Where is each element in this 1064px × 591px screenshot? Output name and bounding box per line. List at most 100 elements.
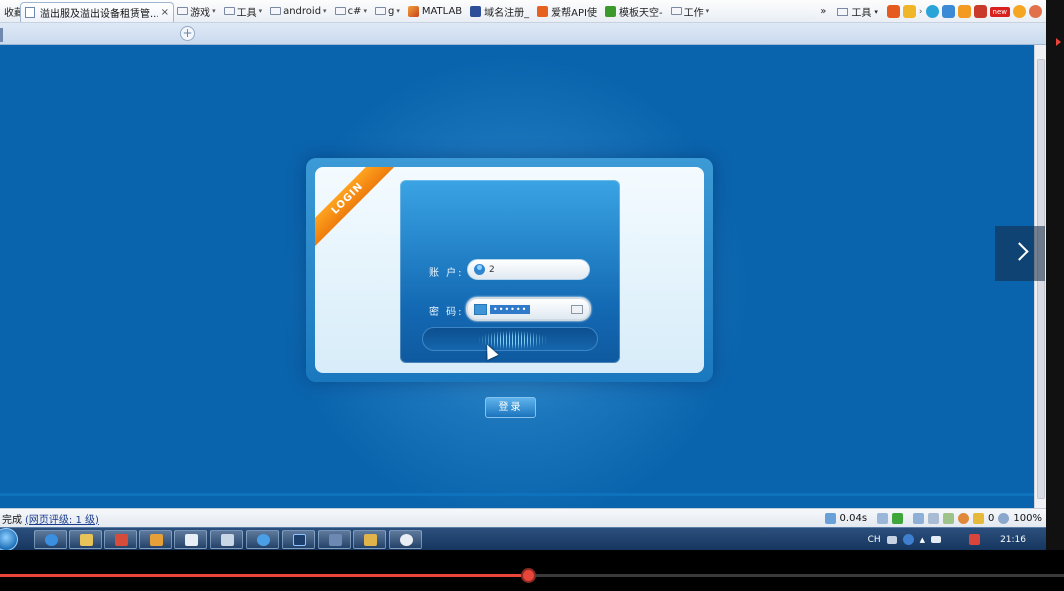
bookmark-label: 模板天空-	[618, 7, 663, 19]
chevron-up-icon[interactable]: ▲	[920, 536, 925, 544]
home-icon[interactable]	[928, 513, 940, 524]
aibang-icon	[537, 5, 549, 17]
next-slide-button[interactable]	[995, 226, 1045, 281]
page-icon	[25, 7, 35, 18]
tools-icon	[221, 534, 234, 546]
app-icon	[115, 534, 128, 546]
edit-icon[interactable]	[877, 513, 889, 524]
bookmark-folder-games[interactable]: 游戏 ▾	[173, 0, 220, 22]
clock[interactable]: 21:16	[1000, 535, 1026, 545]
extension-icon[interactable]	[1013, 5, 1026, 18]
close-icon[interactable]: ×	[161, 7, 169, 18]
tab-strip	[0, 23, 1046, 45]
background-line	[0, 493, 1034, 496]
counter: 0	[988, 513, 995, 524]
bookmark-folder-work[interactable]: 工作 ▾	[667, 0, 714, 22]
zoom-icon[interactable]	[998, 513, 1010, 524]
login-button[interactable]: 登录	[485, 397, 536, 418]
taskbar-app[interactable]	[318, 530, 351, 549]
extension-icon[interactable]	[886, 5, 900, 18]
folder-icon	[374, 7, 386, 15]
download-icon[interactable]	[892, 513, 904, 524]
tab-active[interactable]: 溢出服及溢出设备租赁管... ×	[20, 2, 174, 22]
taskbar-photoshop[interactable]	[282, 530, 315, 549]
bookmark-templates[interactable]: 模板天空-	[601, 0, 667, 22]
bookmark-folder-g[interactable]: g ▾	[371, 0, 404, 22]
player-side-panel	[1046, 0, 1064, 550]
help-icon[interactable]	[902, 534, 914, 545]
extension-icon[interactable]	[902, 5, 916, 18]
lock-icon	[474, 303, 487, 315]
chevron-down-icon: ▾	[396, 7, 400, 15]
account-value: 2	[489, 264, 495, 275]
bookmark-matlab[interactable]: MATLAB	[404, 0, 466, 22]
tab-title: 溢出服及溢出设备租赁管...	[40, 9, 158, 20]
taskbar-app[interactable]	[389, 530, 422, 549]
status-bar: 完成 (网页评级: 1 级) 0.04s 0 100%	[0, 508, 1046, 527]
bookmark-label: 工具	[236, 7, 257, 19]
domain-icon	[470, 5, 482, 17]
play-icon[interactable]	[1056, 38, 1061, 46]
chevron-down-icon: ▾	[363, 7, 367, 15]
bookmark-folder-android[interactable]: android ▾	[266, 0, 330, 22]
extension-icon[interactable]	[1029, 5, 1042, 18]
taskbar-app[interactable]	[104, 530, 137, 549]
taskbar-app[interactable]	[174, 530, 207, 549]
taskbar-app[interactable]	[139, 530, 172, 549]
taskbar-explorer[interactable]	[69, 530, 102, 549]
video-player-bar	[0, 550, 1064, 591]
extension-icon[interactable]	[973, 5, 987, 18]
extension-icon[interactable]	[941, 5, 955, 18]
zoom-level[interactable]: 100%	[1013, 513, 1042, 524]
volume-icon[interactable]	[913, 513, 925, 524]
account-field[interactable]: 2	[467, 259, 590, 280]
bookmark-label: android	[283, 5, 322, 17]
progress-played	[0, 574, 528, 577]
document-icon	[185, 534, 198, 546]
extension-icon[interactable]	[925, 5, 939, 18]
bookmark-folder-csharp[interactable]: c# ▾	[331, 0, 371, 22]
sound-wave-decoration	[422, 327, 598, 351]
screen-icon[interactable]	[943, 513, 955, 524]
bookmark-domain[interactable]: 域名注册_	[466, 0, 533, 22]
password-field[interactable]: ••••••	[466, 297, 591, 321]
progress-knob[interactable]	[520, 568, 536, 583]
start-button[interactable]	[0, 528, 18, 551]
taskbar-app[interactable]	[210, 530, 243, 549]
password-value: ••••••	[490, 304, 531, 314]
app-icon	[329, 534, 342, 546]
language-indicator[interactable]: CH	[868, 535, 881, 545]
extension-icon[interactable]	[957, 5, 971, 18]
screen: 收藏▾ 新闻▾ 影音▾ 购物▾ 游戏▾ 工具▾ android▾ c#▾ g▾ …	[0, 0, 1064, 591]
new-tab-button[interactable]: +	[180, 26, 195, 41]
shield-icon[interactable]	[973, 513, 985, 524]
bookmark-folder-tools[interactable]: 工具 ▾	[220, 0, 267, 22]
bookmark-aibang[interactable]: 爱帮API使	[533, 0, 601, 22]
speed-icon	[824, 513, 836, 524]
password-label: 密 码:	[429, 307, 464, 318]
keyboard-icon[interactable]	[886, 535, 897, 544]
chevron-down-icon: ▾	[212, 7, 216, 15]
chevron-down-icon: ▾	[705, 7, 710, 15]
keyboard-icon[interactable]	[571, 304, 583, 314]
account-label: 账 户:	[429, 268, 464, 279]
tools-menu[interactable]: 工具	[851, 4, 871, 19]
photoshop-icon	[293, 534, 306, 546]
taskbar-browser[interactable]	[246, 530, 279, 549]
page-rating-link[interactable]: (网页评级: 1 级)	[25, 511, 99, 526]
app-tray-icon[interactable]	[969, 534, 981, 545]
bookmark-label: g	[387, 5, 395, 17]
taskbar: CH ▲ 21:16	[0, 527, 1046, 551]
explorer-icon	[80, 534, 93, 546]
network-icon[interactable]	[931, 536, 942, 543]
template-icon	[604, 5, 616, 17]
taskbar-ie[interactable]	[34, 530, 67, 549]
ie-icon	[257, 534, 270, 546]
eye-icon[interactable]	[958, 513, 970, 524]
app-icon	[150, 534, 163, 546]
taskbar-app[interactable]	[353, 530, 386, 549]
new-badge: new	[989, 6, 1010, 17]
bookmark-label: 工作	[683, 7, 704, 19]
load-time: 0.04s	[839, 513, 868, 524]
overflow-button[interactable]: »	[820, 6, 826, 17]
